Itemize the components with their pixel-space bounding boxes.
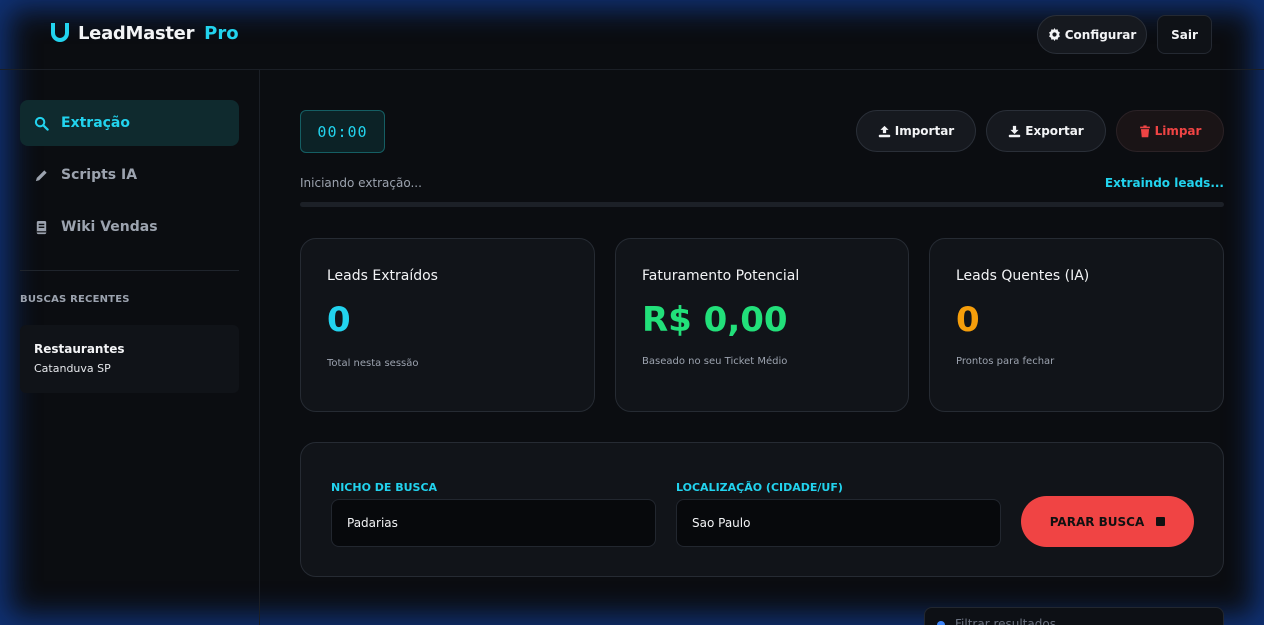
sidebar-item-wiki-vendas[interactable]: Wiki Vendas	[20, 204, 239, 250]
sidebar-item-label: Extração	[61, 115, 131, 131]
configure-label: Configurar	[1064, 27, 1137, 42]
stat-card-hot-leads: Leads Quentes (IA) 0 Prontos para fechar	[929, 238, 1224, 412]
stat-value: 0	[327, 300, 351, 340]
sidebar-item-label: Scripts IA	[61, 167, 138, 183]
stat-subtitle: Baseado no seu Ticket Médio	[642, 356, 788, 367]
top-bar: LeadMaster Pro Configurar Sair	[0, 0, 1264, 70]
stat-subtitle: Total nesta sessão	[327, 358, 419, 369]
stat-value: R$ 0,00	[642, 300, 788, 340]
recent-searches-title: BUSCAS RECENTES	[20, 294, 130, 305]
upload-icon	[878, 125, 890, 137]
niche-input[interactable]	[331, 499, 656, 547]
search-panel: NICHO DE BUSCA LOCALIZAÇÃO (CIDADE/UF) P…	[300, 442, 1224, 577]
sidebar-item-scripts-ia[interactable]: Scripts IA	[20, 152, 239, 198]
session-timer: 00:00	[300, 110, 385, 153]
sidebar: Extração Scripts IA Wiki Vendas BUSCAS R…	[0, 70, 260, 625]
location-input[interactable]	[676, 499, 1001, 547]
recent-search-location: Catanduva SP	[34, 362, 111, 375]
configure-button[interactable]: Configurar	[1037, 15, 1147, 54]
recent-search-item[interactable]: Restaurantes Catanduva SP	[20, 325, 239, 393]
stat-title: Faturamento Potencial	[642, 268, 800, 284]
import-button[interactable]: Importar	[856, 110, 976, 152]
export-button[interactable]: Exportar	[986, 110, 1106, 152]
brand-logo[interactable]: LeadMaster Pro	[50, 22, 239, 44]
status-indicator: Extraindo leads...	[1104, 176, 1224, 190]
clear-label: Limpar	[1154, 124, 1202, 138]
location-label: LOCALIZAÇÃO (CIDADE/UF)	[676, 481, 843, 494]
logout-button[interactable]: Sair	[1157, 15, 1212, 54]
search-icon	[34, 116, 49, 131]
book-icon	[36, 220, 47, 234]
filter-icon	[937, 621, 945, 625]
app-window: LeadMaster Pro Configurar Sair Extração …	[0, 0, 1264, 625]
progress-bar	[300, 202, 1224, 207]
stop-search-button[interactable]: PARAR BUSCA	[1021, 496, 1194, 547]
niche-label: NICHO DE BUSCA	[331, 481, 438, 494]
stat-card-leads: Leads Extraídos 0 Total nesta sessão	[300, 238, 595, 412]
sidebar-item-label: Wiki Vendas	[61, 219, 158, 235]
filter-input[interactable]: Filtrar resultados...	[924, 607, 1224, 625]
stat-title: Leads Quentes (IA)	[956, 268, 1090, 284]
recent-search-name: Restaurantes	[34, 342, 125, 356]
brand-name: LeadMaster	[78, 22, 195, 44]
trash-icon	[1139, 124, 1150, 137]
stop-icon	[1156, 517, 1166, 526]
sidebar-divider	[20, 270, 239, 271]
brand-suffix: Pro	[204, 22, 239, 44]
clear-button[interactable]: Limpar	[1116, 110, 1224, 152]
filter-placeholder: Filtrar resultados...	[955, 617, 1068, 625]
stat-subtitle: Prontos para fechar	[956, 356, 1055, 367]
import-label: Importar	[894, 124, 955, 138]
stat-value: 0	[956, 300, 980, 340]
gear-icon	[1048, 28, 1060, 41]
download-icon	[1009, 125, 1021, 137]
export-label: Exportar	[1025, 124, 1084, 138]
sidebar-item-extracao[interactable]: Extração	[20, 100, 239, 146]
status-text: Iniciando extração...	[300, 176, 422, 190]
stat-title: Leads Extraídos	[327, 268, 438, 284]
stat-card-revenue: Faturamento Potencial R$ 0,00 Baseado no…	[615, 238, 909, 412]
stop-search-label: PARAR BUSCA	[1049, 514, 1145, 529]
magnet-icon	[51, 23, 69, 42]
pencil-icon	[35, 169, 47, 181]
